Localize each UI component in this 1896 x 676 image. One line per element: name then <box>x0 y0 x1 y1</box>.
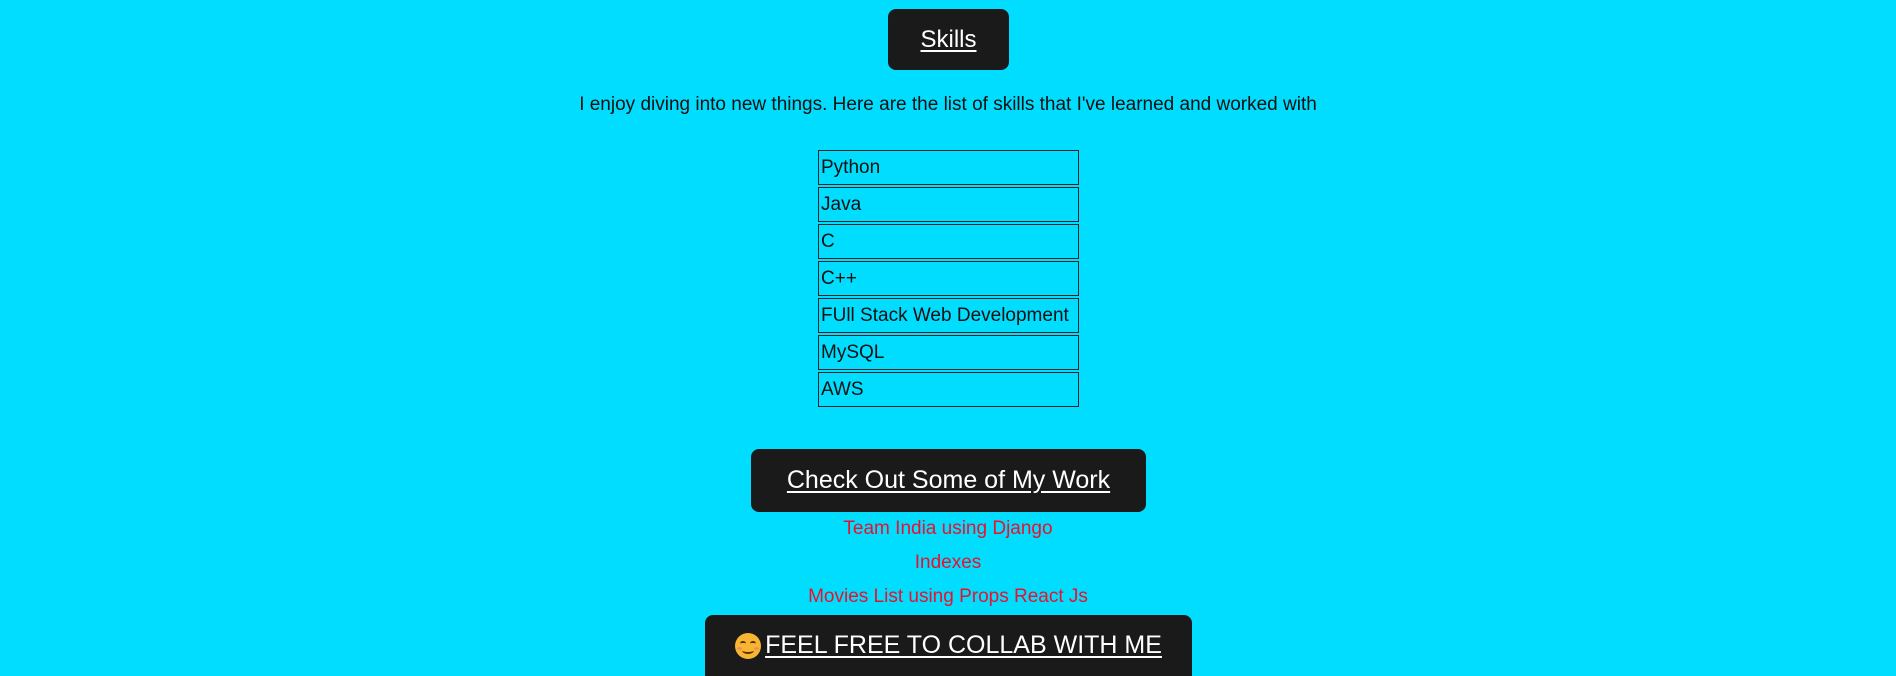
skill-cell-cpp: C++ <box>818 261 1079 296</box>
skill-cell-java: Java <box>818 187 1079 222</box>
project-link-indexes[interactable]: Indexes <box>0 552 1896 574</box>
skills-intro-text: I enjoy diving into new things. Here are… <box>579 94 1317 115</box>
table-row: Python <box>818 150 1079 185</box>
project-link-team-india[interactable]: Team India using Django <box>0 518 1896 540</box>
skill-cell-python: Python <box>818 150 1079 185</box>
skills-heading: Skills <box>888 9 1009 70</box>
project-link-movies-list[interactable]: Movies List using Props React Js <box>0 586 1896 608</box>
skill-cell-full-stack: FUll Stack Web Development <box>818 298 1079 333</box>
skill-cell-mysql: MySQL <box>818 335 1079 370</box>
table-row: AWS <box>818 372 1079 407</box>
smiling-face-icon <box>735 632 762 659</box>
skill-cell-c: C <box>818 224 1079 259</box>
collab-heading: FEEL FREE TO COLLAB WITH ME <box>705 615 1192 676</box>
collab-heading-text: FEEL FREE TO COLLAB WITH ME <box>765 631 1162 659</box>
work-heading-text: Check Out Some of My Work <box>786 466 1111 494</box>
table-row: Java <box>818 187 1079 222</box>
work-heading: Check Out Some of My Work <box>751 449 1146 512</box>
table-row: C <box>818 224 1079 259</box>
table-row: FUll Stack Web Development <box>818 298 1079 333</box>
skill-cell-aws: AWS <box>818 372 1079 407</box>
table-row: MySQL <box>818 335 1079 370</box>
skills-table: Python Java C C++ FUll Stack Web Develop… <box>818 148 1079 409</box>
table-row: C++ <box>818 261 1079 296</box>
skills-heading-text: Skills <box>920 25 977 53</box>
